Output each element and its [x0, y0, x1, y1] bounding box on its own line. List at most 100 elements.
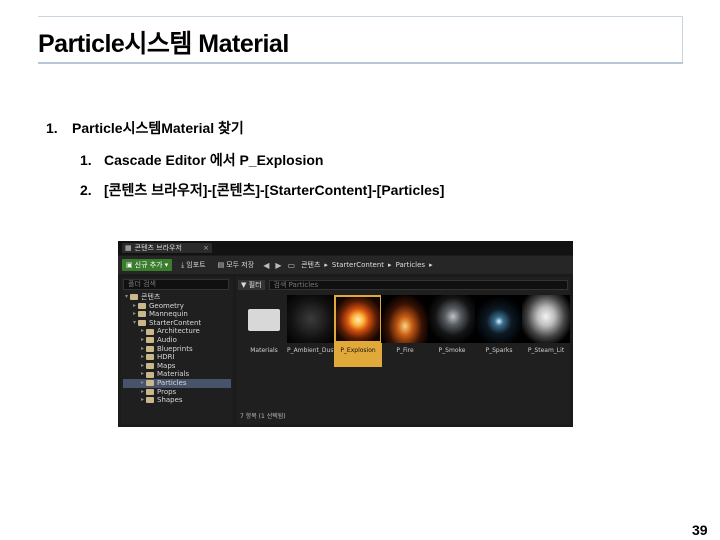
chevron-right-icon[interactable]: ▸ — [139, 353, 146, 362]
add-new-button[interactable]: ▣ 신규 추가 ▾ — [122, 259, 173, 271]
asset-label: P_Sparks — [485, 347, 513, 354]
substep-1: 1. Cascade Editor 에서 P_Explosion — [80, 150, 323, 170]
chevron-right-icon[interactable]: ▸ — [139, 379, 146, 388]
tree-item[interactable]: ▸ Mannequin — [123, 310, 231, 319]
tree-item[interactable]: ▸ Shapes — [123, 396, 231, 405]
folder-shape — [248, 309, 280, 331]
tree-item-label: Blueprints — [157, 344, 193, 353]
folder-icon — [138, 311, 146, 318]
tree-item-label: Maps — [157, 361, 176, 370]
breadcrumb: 콘텐츠 ▸ StarterContent ▸ Particles ▸ — [301, 260, 433, 270]
content-browser-screenshot: ▦ 콘텐츠 브라우저 × ▣ 신규 추가 ▾ ⤓ 임포트 ▤ 모두 저장 ◀ ▶… — [118, 241, 573, 427]
tree-item[interactable]: ▸ Geometry — [123, 302, 231, 311]
chevron-right-icon[interactable]: ▸ — [131, 310, 138, 319]
chevron-down-icon[interactable]: ▾ — [131, 319, 138, 328]
folder-icon — [146, 388, 154, 395]
folder-tree: ▾ 콘텐츠 ▸ Geometry ▸ Mannequin ▾ StarterContent ▸ A… — [123, 293, 231, 405]
chevron-right-icon[interactable]: ▸ — [131, 302, 138, 311]
save-all-button[interactable]: ▤ 모두 저장 — [215, 259, 258, 271]
tree-item-label: Particles — [157, 378, 187, 387]
substep-2-text: [콘텐츠 브라우저]-[콘텐츠]-[StarterContent]-[Parti… — [104, 182, 445, 198]
folder-icon — [146, 345, 154, 352]
breadcrumb-particles[interactable]: Particles — [396, 261, 426, 269]
folder-icon — [146, 380, 154, 387]
folder-icon — [146, 354, 154, 361]
chevron-right-icon: ▸ — [429, 261, 433, 269]
slide-title: Particle시스템 Material — [38, 30, 289, 58]
filters-button[interactable]: ▼ 필터 — [238, 279, 265, 290]
folder-icon — [146, 363, 154, 370]
filter-bar: ▼ 필터 검색 Particles — [238, 279, 568, 290]
title-divider — [38, 62, 683, 64]
tree-item-label: Materials — [157, 370, 190, 379]
breadcrumb-content[interactable]: 콘텐츠 — [301, 260, 320, 270]
forward-arrow-icon[interactable]: ▶ — [275, 261, 281, 270]
tab-content-browser[interactable]: ▦ 콘텐츠 브라우저 × — [122, 243, 212, 253]
asset-tile[interactable]: P_Fire — [381, 295, 429, 367]
chevron-down-icon[interactable]: ▾ — [123, 293, 130, 302]
chevron-right-icon[interactable]: ▸ — [139, 327, 146, 336]
folder-search-input[interactable]: 폴더 검색 — [123, 279, 229, 290]
tree-item-label: Shapes — [157, 396, 183, 405]
page-number: 39 — [692, 522, 708, 538]
tree-item[interactable]: ▸ Props — [123, 388, 231, 397]
import-label: 임포트 — [186, 261, 206, 269]
asset-label: Materials — [250, 347, 278, 354]
tree-item[interactable]: ▾ 콘텐츠 — [123, 293, 231, 302]
folder-icon — [138, 302, 146, 309]
tree-item[interactable]: ▾ StarterContent — [123, 319, 231, 328]
tree-item-label: Architecture — [157, 327, 200, 336]
breadcrumb-startercontent[interactable]: StarterContent — [332, 261, 384, 269]
asset-panel: ▼ 필터 검색 Particles Materials P_Ambient_Dus… — [236, 277, 570, 424]
substep-1-text: Cascade Editor 에서 P_Explosion — [104, 152, 324, 168]
status-text: 7 항목 (1 선택됨) — [240, 413, 286, 420]
tree-item[interactable]: ▸ Audio — [123, 336, 231, 345]
asset-tile[interactable]: P_Explosion — [334, 295, 382, 367]
asset-search-input[interactable]: 검색 Particles — [268, 279, 568, 290]
back-arrow-icon[interactable]: ◀ — [263, 261, 269, 270]
tree-item-label: Mannequin — [149, 310, 188, 319]
save-all-label: 모두 저장 — [226, 261, 255, 269]
tree-item[interactable]: ▸ Maps — [123, 362, 231, 371]
add-new-label: 신규 추가 — [134, 261, 163, 269]
tree-item-label: Props — [157, 387, 177, 396]
import-icon: ⤓ — [181, 260, 185, 269]
folder-icon — [146, 397, 154, 404]
chevron-right-icon: ▸ — [324, 261, 328, 269]
asset-label: P_Steam_Lit — [527, 347, 565, 354]
close-icon[interactable]: × — [203, 244, 209, 252]
asset-label: P_Fire — [396, 347, 414, 354]
substep-2-number: 2. — [80, 182, 92, 198]
tree-item[interactable]: ▸ Materials — [123, 370, 231, 379]
tree-item[interactable]: ▸ Particles — [123, 378, 231, 388]
chevron-right-icon[interactable]: ▸ — [139, 336, 146, 345]
asset-tile[interactable]: P_Steam_Lit — [522, 295, 570, 367]
substep-2: 2. [콘텐츠 브라우저]-[콘텐츠]-[StarterContent]-[Par… — [80, 180, 444, 200]
tree-item[interactable]: ▸ Blueprints — [123, 345, 231, 354]
particle-thumbnail — [287, 295, 335, 343]
asset-tile[interactable]: P_Sparks — [475, 295, 523, 367]
step-1-number: 1. — [46, 120, 58, 136]
step-1: 1. Particle시스템Material 찾기 — [46, 118, 244, 138]
asset-tile[interactable]: P_Smoke — [428, 295, 476, 367]
toolbar: ▣ 신규 추가 ▾ ⤓ 임포트 ▤ 모두 저장 ◀ ▶ ▭ 콘텐츠 ▸ Star… — [118, 256, 573, 274]
import-button[interactable]: ⤓ 임포트 — [178, 259, 208, 271]
tree-item-label: HDRI — [157, 353, 175, 362]
chevron-right-icon[interactable]: ▸ — [139, 362, 146, 371]
chevron-right-icon[interactable]: ▸ — [139, 396, 146, 405]
folder-icon — [240, 295, 288, 343]
tree-item-label: Geometry — [149, 301, 184, 310]
folder-icon — [146, 328, 154, 335]
tree-item[interactable]: ▸ Architecture — [123, 327, 231, 336]
chevron-right-icon[interactable]: ▸ — [139, 345, 146, 354]
asset-tile[interactable]: P_Ambient_Dust — [287, 295, 336, 367]
tree-item-label: Audio — [157, 335, 177, 344]
save-icon: ▤ — [217, 261, 225, 269]
content-browser-icon: ▦ — [125, 244, 132, 252]
particle-thumbnail — [475, 295, 523, 343]
chevron-right-icon[interactable]: ▸ — [139, 370, 146, 379]
asset-folder[interactable]: Materials — [240, 295, 288, 367]
folder-icon — [146, 371, 154, 378]
tree-item[interactable]: ▸ HDRI — [123, 353, 231, 362]
chevron-right-icon[interactable]: ▸ — [139, 388, 146, 397]
